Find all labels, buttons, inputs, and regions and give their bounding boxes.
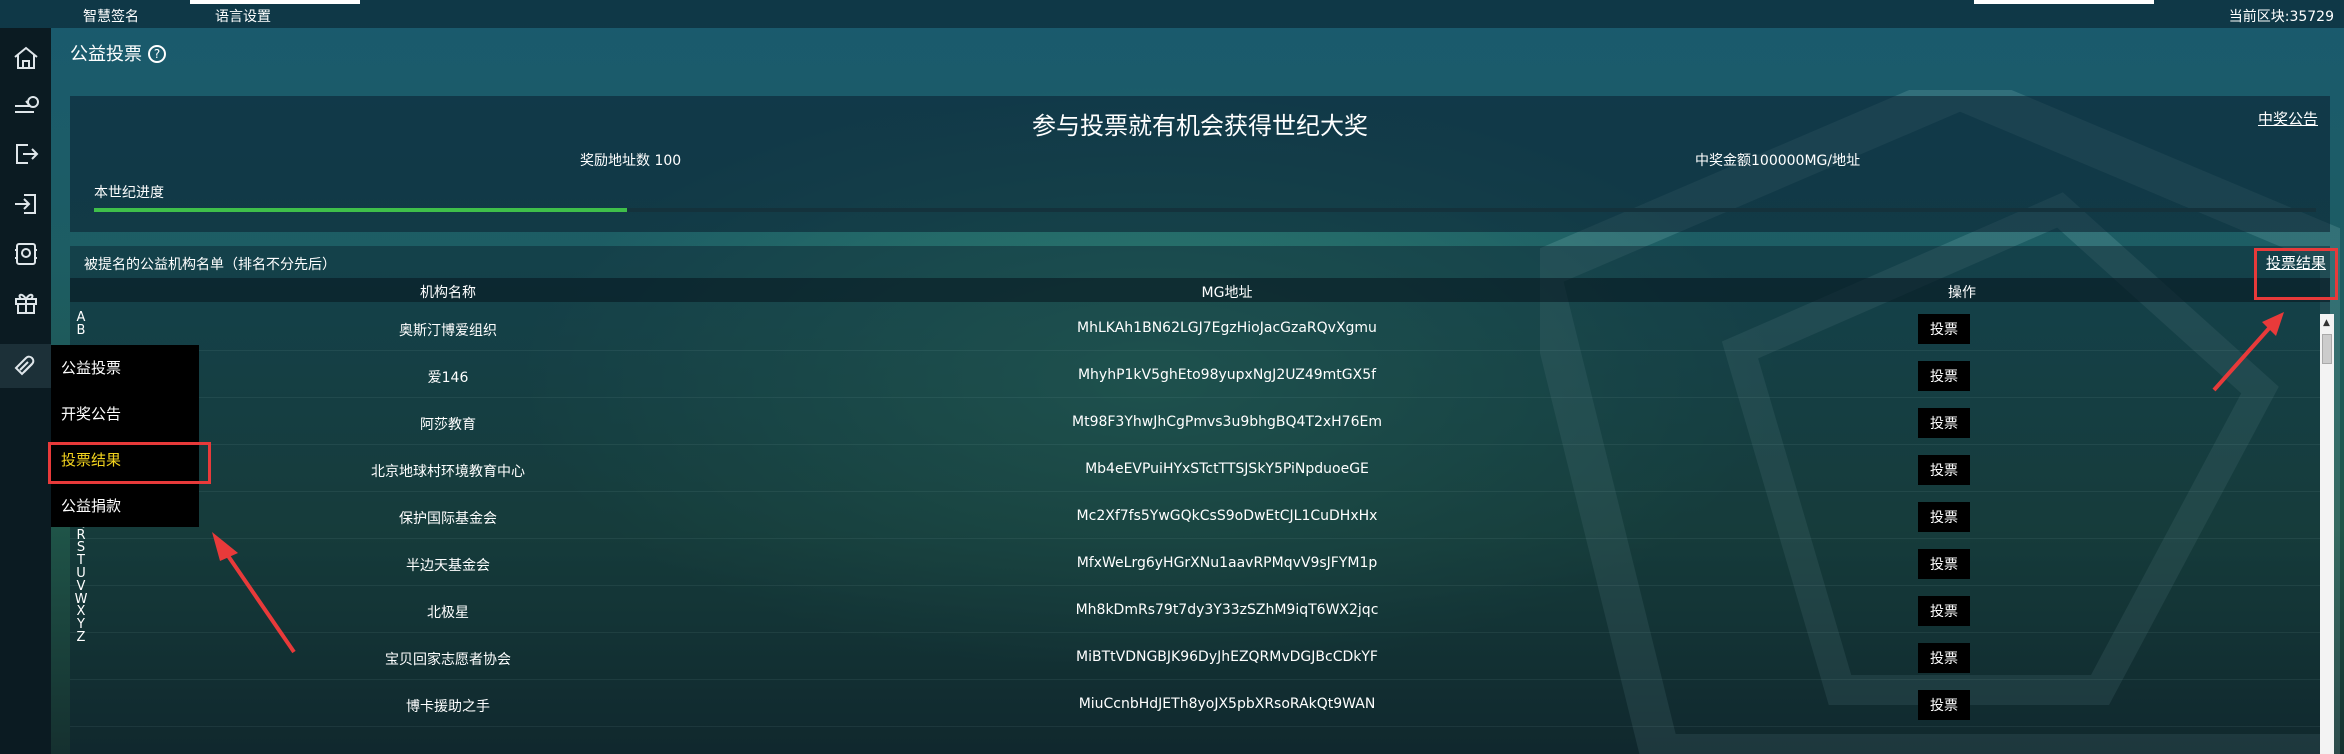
annotation-arrow-right <box>2212 312 2284 392</box>
annotation-arrow-left <box>212 532 296 654</box>
annotation-arrows <box>212 312 2284 654</box>
